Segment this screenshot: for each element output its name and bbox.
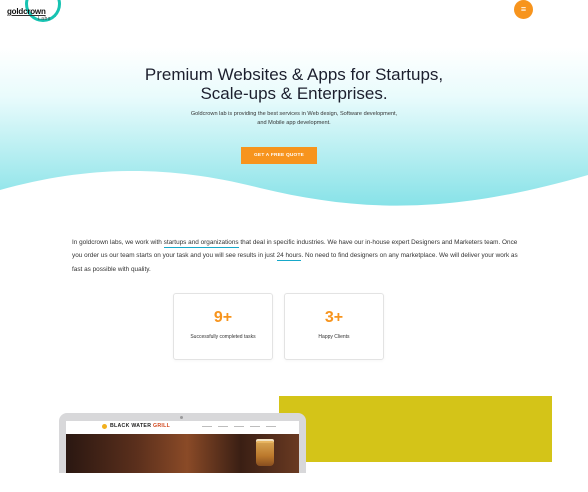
stat-card-clients: 3+ Happy Clients [284,293,384,360]
intro-paragraph: In goldcrown labs, we work with startups… [72,236,518,276]
intro-text-1: In goldcrown labs, we work with [72,239,164,246]
site-nav-link [202,426,212,428]
hero-title-line1: Premium Websites & Apps for Startups, [144,65,444,84]
hero-title: Premium Websites & Apps for Startups, Sc… [94,65,494,103]
menu-button[interactable]: ≡ [514,0,533,19]
site-logo-accent: GRILL [153,423,171,429]
stat-label: Happy Clients [318,334,350,340]
intro-highlight-startups: startups and organizations [163,239,239,248]
intro-highlight-24-hours: 24 hours [276,252,302,262]
stat-label: Successfully completed tasks [190,334,256,340]
logo[interactable]: goldcrown Labs [3,0,63,26]
stat-value: 9+ [213,309,233,326]
hero-title-line2: Scale-ups & Enterprises. [200,84,388,103]
showcase-background [279,396,552,462]
laptop-screen: BLACK WATER GRILL [66,421,299,473]
logo-text: goldcrown [7,7,46,16]
site-nav-link [234,426,244,428]
site-nav-link [218,426,228,428]
beer-glass-icon [256,441,274,466]
laptop-mockup: BLACK WATER GRILL [59,413,306,473]
camera-icon [180,416,183,419]
site-nav-link [250,426,260,428]
stat-value: 3+ [324,309,344,326]
stat-card-tasks: 9+ Successfully completed tasks [173,293,273,360]
hero-subtitle-line1: Goldcrown lab is providing the best serv… [190,111,398,117]
site-preview-links [202,426,276,428]
hero-subtitle-line2: and Mobile app development. [257,119,331,126]
get-free-quote-button[interactable]: GET A FREE QUOTE [241,147,317,164]
site-preview-logo: BLACK WATER GRILL [110,423,170,429]
site-nav-link [266,426,276,428]
logo-subtext: Labs [38,16,51,22]
site-preview-nav: BLACK WATER GRILL [66,421,299,433]
site-logo-icon [102,424,107,429]
site-logo-main: BLACK WATER [110,423,152,429]
hero-subtitle: Goldcrown lab is providing the best serv… [144,110,444,127]
hero-wave [0,170,588,230]
menu-icon: ≡ [520,4,527,14]
